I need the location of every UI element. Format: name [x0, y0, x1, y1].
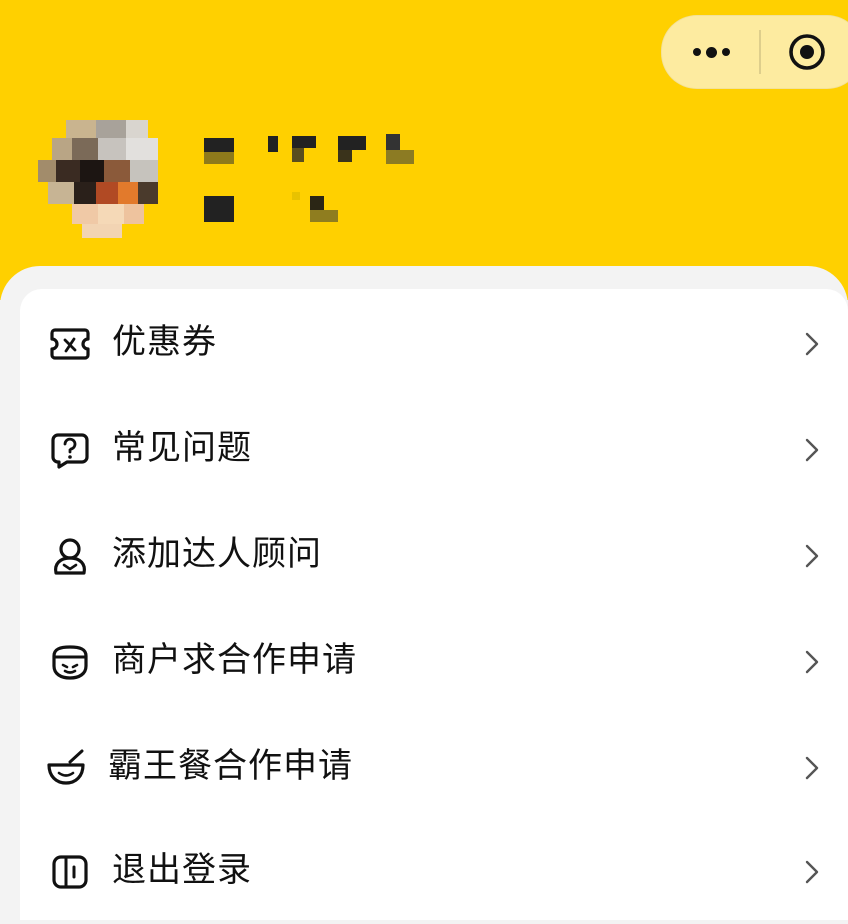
- avatar[interactable]: [38, 120, 162, 240]
- meal-bowl-icon: [47, 749, 85, 785]
- miniapp-capsule: [661, 15, 848, 89]
- advisor-person-icon: [54, 538, 86, 575]
- menu-item-label: 商户求合作申请: [112, 640, 357, 680]
- target-close-icon[interactable]: [788, 33, 826, 71]
- chevron-right-icon: [805, 756, 819, 780]
- profile-header: [0, 0, 848, 300]
- chevron-right-icon: [805, 860, 819, 884]
- menu-item-label: 添加达人顾问: [112, 534, 322, 574]
- menu-item-label: 优惠券: [112, 322, 217, 362]
- menu-item-add-advisor[interactable]: 添加达人顾问: [20, 502, 848, 608]
- coupon-icon: [50, 328, 90, 360]
- menu-item-label: 退出登录: [112, 850, 252, 890]
- more-dots-icon[interactable]: [686, 37, 736, 67]
- menu-item-free-meal-cooperation[interactable]: 霸王餐合作申请: [20, 714, 848, 820]
- chevron-right-icon: [805, 332, 819, 356]
- menu-item-logout[interactable]: 退出登录: [20, 818, 848, 924]
- menu-item-merchant-cooperation[interactable]: 商户求合作申请: [20, 608, 848, 714]
- username-redacted: [200, 132, 420, 232]
- menu-item-label: 常见问题: [112, 428, 252, 468]
- menu-item-label: 霸王餐合作申请: [108, 746, 353, 786]
- capsule-divider: [759, 30, 761, 74]
- menu-item-coupon[interactable]: 优惠券: [20, 290, 848, 396]
- merchant-face-icon: [52, 645, 88, 680]
- menu-item-faq[interactable]: 常见问题: [20, 396, 848, 502]
- question-bubble-icon: [51, 433, 89, 469]
- chevron-right-icon: [805, 650, 819, 674]
- chevron-right-icon: [805, 438, 819, 462]
- logout-icon: [52, 855, 88, 889]
- chevron-right-icon: [805, 544, 819, 568]
